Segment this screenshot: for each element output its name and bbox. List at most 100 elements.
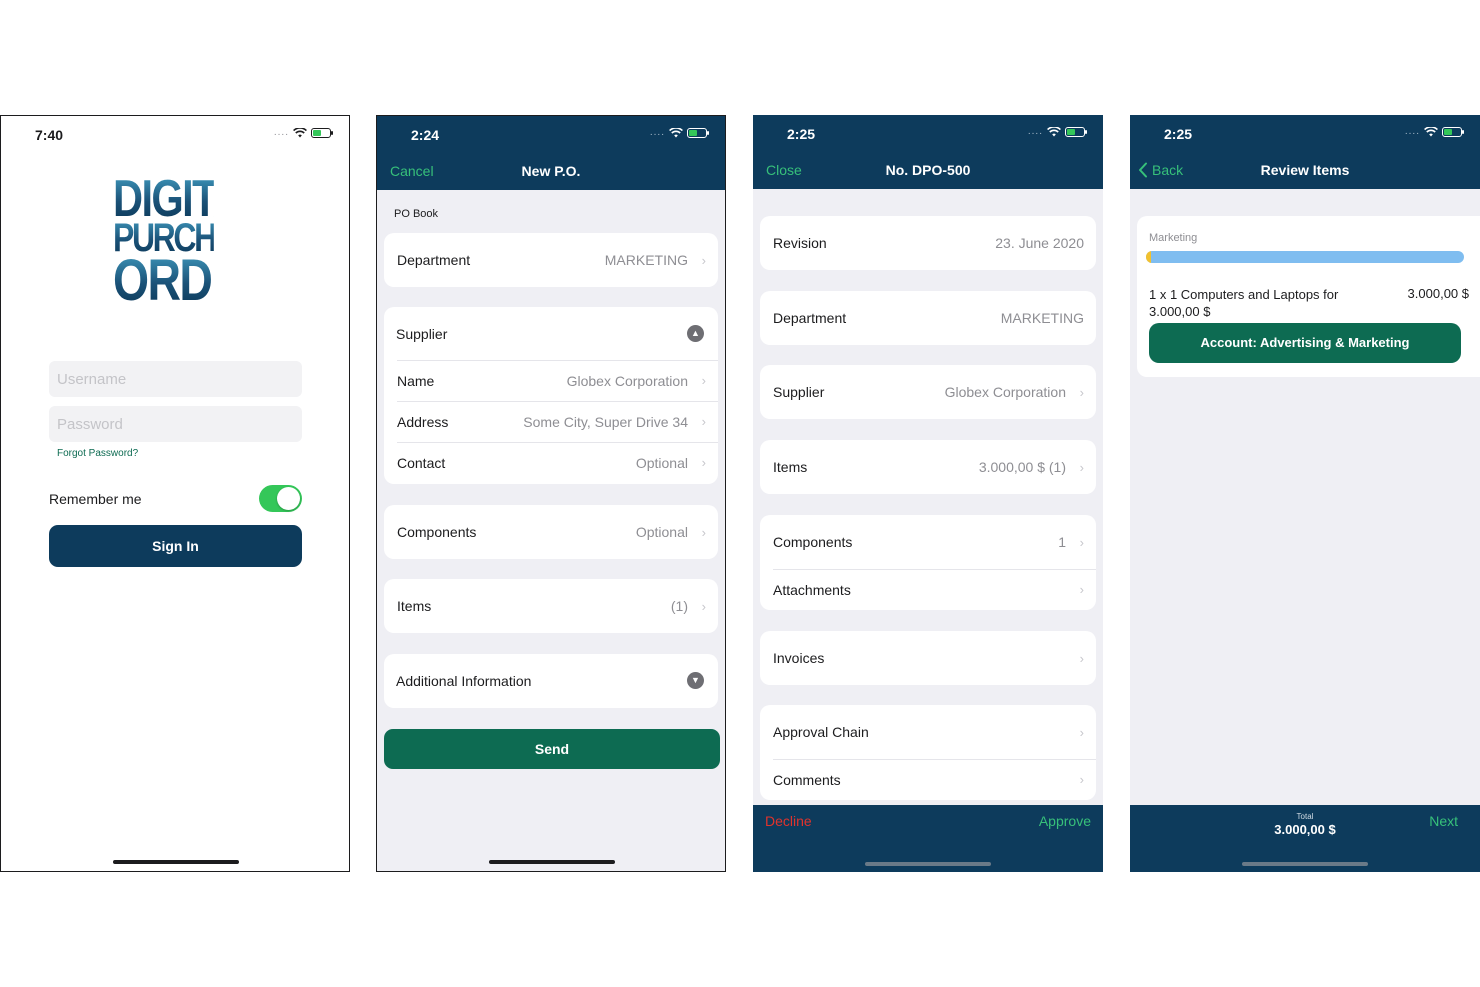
status-bar: 2:25 .... xyxy=(1130,115,1480,155)
approval-comments-card: Approval Chain › Comments › xyxy=(760,705,1096,800)
forgot-password-link[interactable]: Forgot Password? xyxy=(57,448,138,459)
supplier-contact-row[interactable]: Contact Optional › xyxy=(384,442,718,483)
chevron-right-icon: › xyxy=(1079,535,1084,550)
department-label: Department xyxy=(773,310,847,326)
wifi-icon xyxy=(1047,127,1061,137)
status-icons: .... xyxy=(1404,126,1464,137)
components-row[interactable]: Components Optional › xyxy=(384,505,718,559)
revision-card: Revision 23. June 2020 xyxy=(760,216,1096,270)
login-screen: 7:40 .... DIGITAL PURCHASE ORDER Forgot … xyxy=(0,115,350,872)
supplier-name-row[interactable]: Name Globex Corporation › xyxy=(384,360,718,401)
components-row[interactable]: Components 1 › xyxy=(760,515,1096,569)
signal-icon: .... xyxy=(273,127,289,138)
comments-label: Comments xyxy=(773,771,841,788)
additional-info-row[interactable]: Additional Information ▼ xyxy=(384,654,718,708)
status-icons: .... xyxy=(649,127,709,138)
status-time: 2:24 xyxy=(411,127,440,143)
department-value: MARKETING xyxy=(604,252,688,268)
revision-row: Revision 23. June 2020 xyxy=(760,216,1096,270)
budget-progress-bar xyxy=(1146,251,1464,263)
additional-info-card: Additional Information ▼ xyxy=(384,654,718,708)
department-row[interactable]: Department MARKETING › xyxy=(384,233,718,287)
department-value: MARKETING xyxy=(1000,310,1084,326)
remember-me-toggle[interactable] xyxy=(259,485,302,512)
status-time: 2:25 xyxy=(1164,126,1193,142)
home-indicator[interactable] xyxy=(113,860,239,864)
components-label: Components xyxy=(397,524,477,540)
page-title: New P.O. xyxy=(521,163,581,179)
invoices-row[interactable]: Invoices › xyxy=(760,631,1096,685)
page-title: No. DPO-500 xyxy=(885,162,971,178)
chevron-right-icon: › xyxy=(701,253,706,268)
components-attachments-card: Components 1 › Attachments › xyxy=(760,515,1096,610)
components-label: Components xyxy=(773,534,853,550)
approve-button[interactable]: Approve xyxy=(1039,813,1091,829)
status-time: 2:25 xyxy=(787,126,816,142)
status-bar: 7:40 .... xyxy=(1,116,349,156)
bottom-toolbar: Decline Approve xyxy=(753,805,1103,872)
status-bar: 2:24 .... xyxy=(377,116,725,156)
supplier-value: Globex Corporation xyxy=(944,384,1066,400)
total-label: Total xyxy=(1296,812,1314,821)
nav-bar: 2:25 .... Close No. DPO-500 xyxy=(753,115,1103,189)
page-title: Review Items xyxy=(1260,162,1350,178)
supplier-card: Supplier Globex Corporation › xyxy=(760,365,1096,419)
home-indicator[interactable] xyxy=(865,862,991,866)
department-card: Department MARKETING xyxy=(760,291,1096,345)
supplier-row[interactable]: Supplier Globex Corporation › xyxy=(760,365,1096,419)
additional-info-label: Additional Information xyxy=(396,673,532,689)
remember-me-label: Remember me xyxy=(49,491,142,507)
sign-in-button[interactable]: Sign In xyxy=(49,525,302,567)
battery-charging-icon xyxy=(311,128,333,138)
decline-button[interactable]: Decline xyxy=(765,813,812,829)
signal-icon: .... xyxy=(649,127,665,138)
send-button[interactable]: Send xyxy=(384,729,720,769)
items-card: Items 3.000,00 $ (1) › xyxy=(760,440,1096,494)
logo-line-3: ORDER xyxy=(113,248,274,313)
items-value: (1) xyxy=(670,598,688,614)
status-time: 7:40 xyxy=(35,127,64,143)
items-row[interactable]: Items (1) › xyxy=(384,579,718,633)
components-value: Optional xyxy=(635,524,688,540)
revision-value: 23. June 2020 xyxy=(995,235,1084,251)
chevron-down-circle-icon[interactable]: ▼ xyxy=(687,672,704,689)
department-label: Department xyxy=(397,252,471,268)
department-card: Department MARKETING › xyxy=(384,233,718,287)
total-value: 3.000,00 $ xyxy=(1274,822,1336,837)
supplier-address-row[interactable]: Address Some City, Super Drive 34 › xyxy=(384,401,718,442)
items-label: Items xyxy=(773,459,808,475)
bottom-toolbar: Total 3.000,00 $ Next xyxy=(1130,805,1480,872)
account-button[interactable]: Account: Advertising & Marketing xyxy=(1149,323,1461,363)
chevron-right-icon: › xyxy=(701,455,706,470)
chevron-up-circle-icon[interactable]: ▲ xyxy=(687,325,704,342)
supplier-header-row[interactable]: Supplier ▲ xyxy=(384,307,718,360)
supplier-card: Supplier ▲ Name Globex Corporation › Add… xyxy=(384,307,718,484)
attachments-row[interactable]: Attachments › xyxy=(760,569,1096,610)
status-icons: .... xyxy=(1027,126,1087,137)
password-input[interactable] xyxy=(49,406,302,442)
chevron-right-icon: › xyxy=(1079,772,1084,787)
items-row[interactable]: Items 3.000,00 $ (1) › xyxy=(760,440,1096,494)
digital-purchase-order-logo: DIGITAL PURCHASE ORDER xyxy=(113,173,276,313)
signal-icon: .... xyxy=(1027,126,1043,137)
nav-bar: 2:25 .... Back Review Items xyxy=(1130,115,1480,189)
home-indicator[interactable] xyxy=(489,860,615,864)
status-bar: 2:25 .... xyxy=(753,115,1103,155)
invoices-card: Invoices › xyxy=(760,631,1096,685)
wifi-icon xyxy=(293,128,307,138)
department-row: Department MARKETING xyxy=(760,291,1096,345)
comments-row[interactable]: Comments › xyxy=(760,759,1096,800)
department-label: Marketing xyxy=(1149,232,1198,244)
approval-chain-label: Approval Chain xyxy=(773,724,869,740)
supplier-header: Supplier xyxy=(396,325,448,342)
chevron-right-icon: › xyxy=(701,599,706,614)
supplier-address-value: Some City, Super Drive 34 xyxy=(523,413,688,430)
chevron-right-icon: › xyxy=(701,525,706,540)
revision-label: Revision xyxy=(773,235,827,251)
approval-chain-row[interactable]: Approval Chain › xyxy=(760,705,1096,759)
signal-icon: .... xyxy=(1404,126,1420,137)
next-button[interactable]: Next xyxy=(1429,813,1458,829)
home-indicator[interactable] xyxy=(1242,862,1368,866)
components-value: 1 xyxy=(1058,534,1066,550)
username-input[interactable] xyxy=(49,361,302,397)
